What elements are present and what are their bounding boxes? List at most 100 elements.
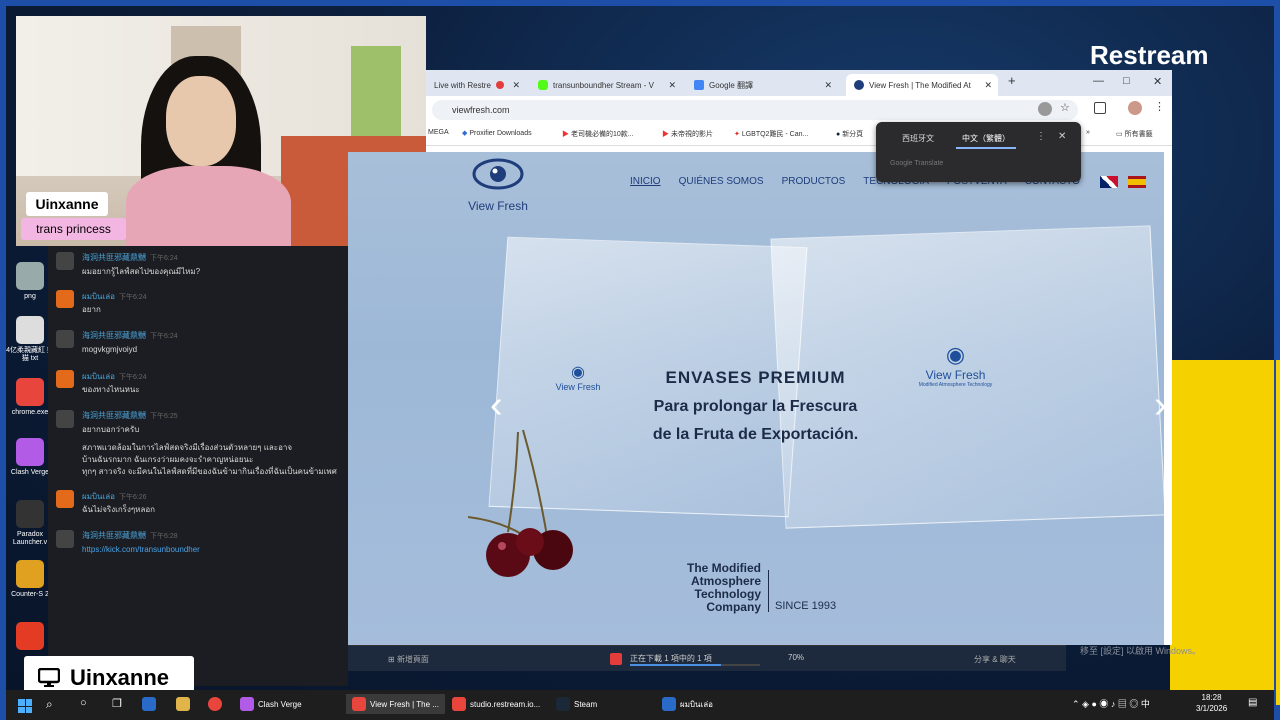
tab-title: View Fresh | The Modified At: [869, 80, 971, 90]
carousel-prev-arrow[interactable]: ‹: [490, 384, 503, 427]
view-fresh-logo[interactable]: View Fresh: [458, 156, 538, 213]
clock-date: 3/1/2026: [1196, 704, 1228, 713]
nav-quienes-somos[interactable]: QUIÉNES SOMOS: [679, 176, 764, 187]
uk-flag-icon[interactable]: [1100, 176, 1118, 188]
share-chat-button[interactable]: 分享 & 聊天: [974, 654, 1016, 665]
taskbar-window-item[interactable]: Steam: [556, 697, 597, 711]
webcam-person-face: [166, 76, 236, 166]
taskbar-item-label: View Fresh | The ...: [370, 699, 439, 709]
taskbar-window-item[interactable]: Clash Verge: [240, 697, 302, 711]
tab-title: Live with Restre: [434, 80, 491, 90]
bookmark-lgbtq[interactable]: ✦ LGBTQ2難民 - Can...: [734, 129, 808, 139]
desktop-icon-label: png: [24, 293, 36, 300]
bookmark-proxifier[interactable]: ◆ Proxifier Downloads: [462, 129, 532, 137]
search-icon[interactable]: ⌕: [46, 697, 53, 712]
bookmark-star-icon[interactable]: ☆: [1060, 101, 1070, 114]
app-icon: [16, 262, 44, 290]
new-tab-label: 新增頁面: [396, 655, 429, 664]
view-fresh-favicon: [854, 80, 864, 90]
chat-text: อยากบอกว่าครับ: [82, 425, 140, 434]
close-icon[interactable]: ✕: [512, 80, 520, 91]
chat-text: อยาก: [82, 305, 101, 314]
translate-close-icon[interactable]: ✕: [1058, 131, 1066, 142]
more-bookmarks-chevron[interactable]: »: [1086, 129, 1090, 136]
carousel-next-arrow[interactable]: ›: [1154, 384, 1164, 427]
spain-flag-icon[interactable]: [1128, 176, 1146, 188]
translate-popup: 西班牙文 中文（繁體） ⋮ ✕ Google Translate: [876, 122, 1081, 182]
chat-avatar: [56, 530, 74, 548]
tab-restream[interactable]: Live with Restre ✕: [426, 74, 526, 96]
app-icon: [240, 697, 254, 711]
eye-logo-icon: [472, 158, 524, 190]
translate-menu-kebab-icon[interactable]: ⋮: [1036, 131, 1046, 142]
bookmark-youtube[interactable]: ▶ 老司機必備的10款...: [562, 129, 634, 139]
taskbar-clock[interactable]: 18:28 3/1/2026: [1196, 692, 1227, 714]
bookmark-label: 老司機必備的10款...: [570, 131, 634, 138]
chat-username: 海洞共匪邪藏鼎嬲 下午6:24: [82, 253, 178, 262]
chat-username: ผมบินเล่อ 下午6:24: [82, 372, 147, 381]
app-icon: [352, 697, 366, 711]
taskbar-window-item[interactable]: View Fresh | The ...: [346, 694, 445, 714]
translate-source-lang[interactable]: 西班牙文: [902, 133, 934, 144]
chat-avatar: [56, 290, 74, 308]
bookmark-new-tab[interactable]: ● 新分頁: [836, 129, 863, 139]
tagline-line: Company: [706, 600, 761, 614]
chat-link[interactable]: https://kick.com/transunboundher: [82, 544, 337, 555]
url-input[interactable]: viewfresh.com: [432, 100, 1078, 120]
system-tray-icons[interactable]: ⌃ ◈ ● ◉ ♪ ▤ ◎ 中: [1072, 697, 1150, 710]
download-progress-track: [630, 664, 760, 666]
app-icon: [16, 378, 44, 406]
chat-avatar: [56, 370, 74, 388]
taskbar-window-item[interactable]: ผมบินเล่อ: [662, 697, 713, 711]
streamer-logo-text: Uinxanne: [70, 665, 170, 690]
translate-icon[interactable]: [1038, 102, 1052, 116]
tab-view-fresh[interactable]: View Fresh | The Modified At ✕: [846, 74, 998, 96]
cortana-icon[interactable]: ○: [80, 697, 87, 709]
taskbar-app-pinned[interactable]: [142, 697, 156, 711]
menu-kebab-icon[interactable]: ⋮: [1154, 100, 1165, 113]
tab-kick[interactable]: transunboundher Stream - V ✕: [530, 74, 682, 96]
download-progress-text: 正在下載 1 項中的 1 項: [630, 654, 712, 663]
nav-inicio[interactable]: INICIO: [630, 176, 661, 187]
close-window-icon[interactable]: ✕: [1153, 75, 1162, 88]
nav-productos[interactable]: PRODUCTOS: [782, 176, 846, 187]
proxifier-icon: ◆: [462, 130, 468, 137]
taskbar-app-files[interactable]: [176, 697, 190, 711]
bookmark-mega[interactable]: MEGA: [428, 129, 449, 136]
new-tab-button[interactable]: +: [1008, 73, 1016, 88]
recording-icon: [495, 81, 504, 89]
close-icon[interactable]: ✕: [668, 80, 676, 91]
tab-title: Google 翻譯: [709, 80, 754, 90]
chat-text: ของทางไหนหนะ: [82, 385, 140, 394]
translate-target-lang[interactable]: 中文（繁體）: [956, 133, 1016, 149]
maximize-icon[interactable]: □: [1123, 75, 1130, 87]
task-view-icon[interactable]: ❐: [112, 697, 122, 710]
minimize-icon[interactable]: —: [1093, 75, 1104, 87]
chat-username: 海洞共匪邪藏鼎嬲 下午6:25: [82, 411, 178, 420]
download-percent: 70%: [788, 653, 805, 662]
new-tab-shortcut[interactable]: ⊞ 新增頁面: [388, 654, 429, 665]
notifications-icon[interactable]: ▤: [1248, 697, 1257, 708]
profile-avatar-icon[interactable]: [1128, 101, 1142, 115]
chat-text: ฉันไม่จริงเกร็งๆหลอก: [82, 505, 156, 514]
headline-line-3: de la Fruta de Exportación.: [652, 426, 859, 443]
close-icon[interactable]: ✕: [984, 80, 992, 91]
taskbar-item-label: studio.restream.io...: [470, 699, 541, 709]
address-bar-row: ⊜ viewfresh.com ☆ ⋮: [426, 96, 1172, 124]
taskbar-app-chrome[interactable]: [208, 697, 222, 711]
chat-username: 海洞共匪邪藏鼎嬲 下午6:24: [82, 331, 178, 340]
close-icon[interactable]: ✕: [824, 80, 832, 91]
google-translate-footer: Google Translate: [890, 160, 944, 167]
all-bookmarks-folder[interactable]: ▭ 所有書籤: [1116, 129, 1153, 139]
download-bar: ⊞ 新增頁面 正在下載 1 項中的 1 項 70% 分享 & 聊天: [348, 645, 1066, 671]
tab-google-translate[interactable]: Google 翻譯 ✕: [686, 74, 838, 96]
windows-start-icon[interactable]: [18, 699, 32, 713]
chat-username: ผมบินเล่อ 下午6:24: [82, 292, 147, 301]
app-icon: [16, 622, 44, 650]
app-icon: [662, 697, 676, 711]
maple-leaf-icon: ✦: [734, 131, 740, 138]
taskbar-window-item[interactable]: studio.restream.io...: [452, 697, 540, 711]
extensions-icon[interactable]: [1094, 102, 1106, 114]
bookmark-videos[interactable]: ▶ 未帝視的影片: [662, 129, 713, 139]
app-icon: [556, 697, 570, 711]
